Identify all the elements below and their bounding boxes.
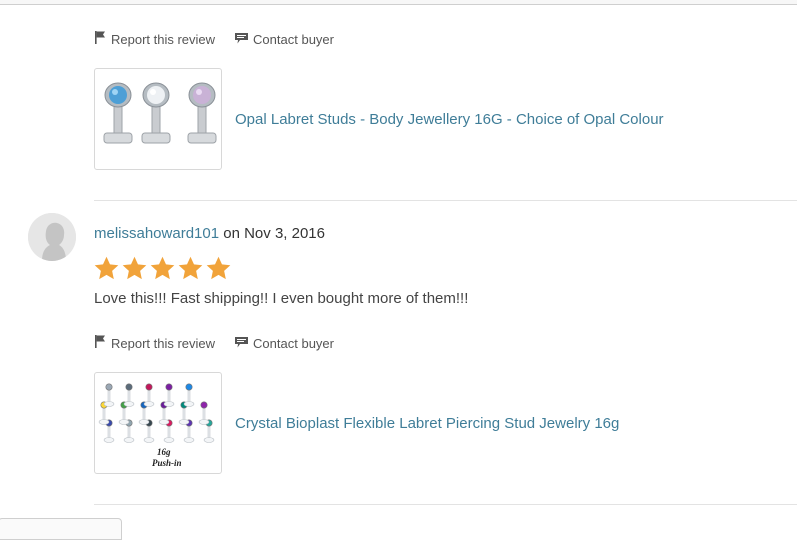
review-text: Love this!!! Fast shipping!! I even boug… [94,290,469,307]
message-icon [235,32,249,47]
review-date: on Nov 3, 2016 [223,225,325,242]
contact-buyer-link[interactable]: Contact buyer [235,336,334,351]
product-title-link[interactable]: Opal Labret Studs - Body Jewellery 16G -… [235,111,664,128]
product-thumbnail[interactable] [94,68,222,170]
crystal-stud [123,383,135,407]
star-icon [178,256,203,280]
image-label-size: 16g [157,447,171,457]
product-title-link[interactable]: Crystal Bioplast Flexible Labret Piercin… [235,415,619,432]
review-actions: Report this review Contact buyer [95,335,354,351]
flag-icon [95,31,106,47]
bottom-panel-tab[interactable] [0,518,122,540]
review-divider [94,200,797,201]
purchased-product: 16g Push-in Crystal Bioplast Flexible La… [94,372,619,474]
crystal-stud [198,401,210,425]
image-label-type: Push-in [152,458,182,468]
star-icon [150,256,175,280]
report-review-label: Report this review [111,31,216,47]
opal-stud-blue [103,82,133,144]
product-thumbnail[interactable]: 16g Push-in [94,372,222,474]
star-icon [206,256,231,280]
review-divider [94,504,797,505]
user-silhouette-icon [28,213,76,261]
crystal-stud [163,383,175,407]
report-review-label: Report this review [111,335,216,351]
opal-stud-white [141,82,171,144]
contact-buyer-label: Contact buyer [253,335,334,351]
message-icon [235,336,249,351]
crystal-stud [103,383,115,407]
star-icon [122,256,147,280]
flag-icon [95,335,106,351]
reviewer-name-link[interactable]: melissahoward101 [94,225,219,242]
review-actions: Report this review Contact buyer [95,31,354,47]
report-review-link[interactable]: Report this review [95,31,215,47]
crystal-stud [143,383,155,407]
star-rating [93,255,233,282]
crystal-studs-image: 16g Push-in [98,383,215,468]
crystal-stud [183,383,195,407]
star-icon [94,256,119,280]
contact-buyer-link[interactable]: Contact buyer [235,32,334,47]
top-divider [0,0,797,5]
review-header: melissahoward101 on Nov 3, 2016 [94,225,325,242]
report-review-link[interactable]: Report this review [95,335,215,351]
opal-stud-purple [187,82,217,144]
contact-buyer-label: Contact buyer [253,31,334,47]
purchased-product: Opal Labret Studs - Body Jewellery 16G -… [94,68,664,170]
